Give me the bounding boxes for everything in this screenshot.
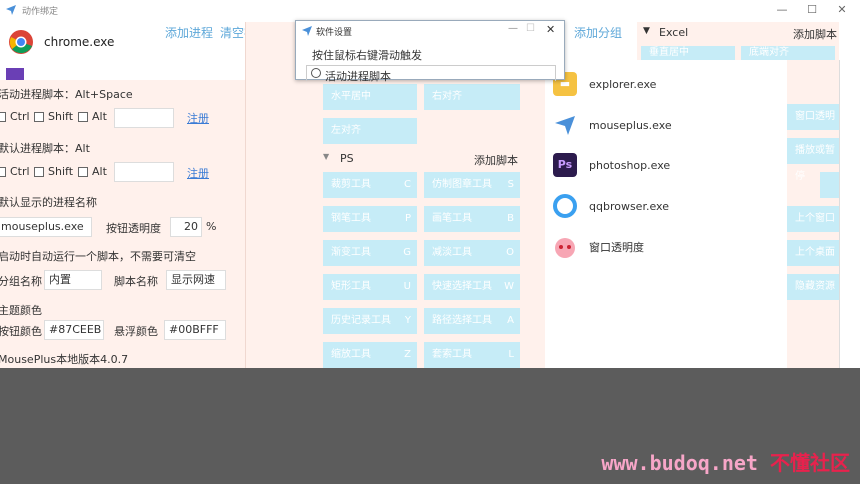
option-box: 活动进程脚本: [306, 65, 556, 83]
paper-plane-icon: [6, 5, 16, 15]
register-link-1[interactable]: 注册: [187, 110, 209, 126]
group-name-input[interactable]: 内置: [44, 270, 102, 290]
tool-button-brush[interactable]: 画笔工具 B: [424, 206, 520, 232]
paper-plane-icon: [302, 26, 312, 36]
ps-add-script[interactable]: 添加脚本: [474, 152, 518, 168]
tool-button-path-select[interactable]: 路径选择工具 A: [424, 308, 520, 334]
list-item[interactable]: qqbrowser.exe: [553, 191, 669, 221]
default-display-label: 默认显示的进程名称: [0, 196, 97, 209]
shift-checkbox-2[interactable]: Shift: [34, 165, 73, 178]
main-window: 动作绑定 — ☐ ✕ chrome.exe 添加进程 清空布局 软件 添加分组 …: [0, 0, 860, 368]
active-hotkey-input[interactable]: [114, 108, 174, 128]
dialog-title: 软件设置: [316, 28, 353, 38]
tool-button-pen[interactable]: 钢笔工具 P: [323, 206, 417, 232]
prev-desktop-button[interactable]: 上个桌面: [787, 240, 839, 266]
script-name-input[interactable]: 显示网速: [166, 270, 226, 290]
list-item[interactable]: ▬ explorer.exe: [553, 69, 656, 99]
window-opacity-button[interactable]: 窗口透明: [787, 104, 839, 130]
close-button[interactable]: ✕: [830, 2, 854, 18]
default-hotkey-input[interactable]: [114, 162, 174, 182]
ctrl-checkbox[interactable]: Ctrl: [0, 110, 30, 123]
chevron-down-icon[interactable]: ▼: [643, 26, 650, 36]
btn-opacity-label: 按钮透明度: [106, 222, 161, 235]
btn-color-label: 按钮颜色: [0, 325, 42, 338]
vs-icon: [6, 68, 24, 80]
minimize-button[interactable]: —: [770, 2, 794, 18]
title-bar: 动作绑定 — ☐ ✕: [0, 0, 860, 22]
hover-color-input[interactable]: #00BFFF: [164, 320, 226, 340]
excel-add-script[interactable]: 添加脚本: [793, 26, 837, 42]
tool-button-quick-select[interactable]: 快速选择工具 W: [424, 274, 520, 300]
default-process-input[interactable]: mouseplus.exe: [0, 217, 92, 237]
list-item[interactable]: Ps photoshop.exe: [553, 150, 670, 180]
script-name-label: 脚本名称: [114, 275, 158, 288]
register-link-2[interactable]: 注册: [187, 165, 209, 181]
chevron-down-icon[interactable]: ▼: [323, 152, 329, 161]
align-left-button[interactable]: 左对齐: [323, 118, 417, 144]
process-list: chrome.exe: [0, 22, 150, 80]
radio-active-script[interactable]: [311, 68, 321, 78]
play-pause-button[interactable]: 播放或暂停: [787, 138, 839, 182]
btn-color-input[interactable]: #87CEEB: [44, 320, 104, 340]
btn-opacity-input[interactable]: 20: [170, 217, 202, 237]
close-button[interactable]: ✕: [546, 23, 555, 36]
excel-group-name: Excel: [659, 26, 689, 39]
watermark-name: 不懂社区: [770, 451, 850, 475]
trigger-label: 按住鼠标右键滑动触发: [312, 49, 422, 62]
scroll-area[interactable]: [839, 60, 860, 368]
alt-checkbox-2[interactable]: Alt: [78, 165, 107, 178]
active-script-label: 活动进程脚本：Alt+Space: [0, 88, 133, 101]
ctrl-checkbox-2[interactable]: Ctrl: [0, 165, 30, 178]
maximize-button[interactable]: ☐: [800, 2, 824, 18]
shift-checkbox[interactable]: Shift: [34, 110, 73, 123]
excel-bottom-align-button[interactable]: 底端对齐: [741, 46, 835, 60]
auto-run-label: 启动时自动运行一个脚本，不需要可清空: [0, 250, 196, 263]
paper-plane-icon: [555, 116, 575, 135]
version-label: MousePlus本地版本4.0.7: [0, 353, 129, 366]
tool-button-crop[interactable]: 裁剪工具 C: [323, 172, 417, 198]
settings-dialog: 软件设置 — ☐ ✕ 按住鼠标右键滑动触发 活动进程脚本: [295, 20, 565, 83]
minimize-button[interactable]: —: [508, 23, 518, 34]
tool-button-clone-stamp[interactable]: 仿制图章工具 S: [424, 172, 520, 198]
add-group-link[interactable]: 添加分组: [574, 24, 622, 41]
tool-button-gradient[interactable]: 渐变工具 G: [323, 240, 417, 266]
group-name-label: 分组名称: [0, 275, 42, 288]
hide-resources-button[interactable]: 隐藏资源: [787, 274, 839, 300]
photoshop-icon: Ps: [553, 153, 577, 177]
maximize-button[interactable]: ☐: [526, 23, 535, 34]
settings-panel: 活动进程脚本：Alt+Space Ctrl Shift Alt 注册 默认进程脚…: [0, 80, 245, 368]
tool-button-lasso[interactable]: 套索工具 L: [424, 342, 520, 368]
percent-label: %: [206, 220, 217, 233]
window-title: 动作绑定: [22, 7, 59, 17]
alt-checkbox[interactable]: Alt: [78, 110, 107, 123]
hover-color-label: 悬浮颜色: [114, 325, 158, 338]
align-right-button[interactable]: 右对齐: [424, 84, 520, 110]
radio-label: 活动进程脚本: [325, 70, 391, 83]
list-item[interactable]: 窗口透明度: [553, 232, 644, 262]
ps-group-name: PS: [340, 152, 354, 165]
watermark: www.budoq.net 不懂社区: [601, 447, 850, 476]
excel-group: ▼ Excel 添加脚本 垂直居中 底端对齐: [637, 22, 839, 60]
extra-button[interactable]: [820, 172, 839, 198]
chrome-icon: [9, 30, 33, 54]
process-name: chrome.exe: [44, 35, 115, 49]
theme-color-label: 主题颜色: [0, 304, 42, 317]
prev-window-button[interactable]: 上个窗口: [787, 206, 839, 232]
align-center-button[interactable]: 水平居中: [323, 84, 417, 110]
process-item-chrome[interactable]: chrome.exe: [8, 30, 114, 54]
app-list: ▬ explorer.exe mouseplus.exe Ps photosho…: [545, 60, 787, 368]
script-button-column: 窗口透明 播放或暂停 上个窗口 上个桌面 隐藏资源: [787, 60, 839, 368]
excel-vertical-center-button[interactable]: 垂直居中: [641, 46, 735, 60]
tool-button-dodge[interactable]: 减淡工具 O: [424, 240, 520, 266]
list-item[interactable]: mouseplus.exe: [553, 110, 672, 140]
qqbrowser-icon: [553, 194, 577, 218]
add-process-link[interactable]: 添加进程: [165, 24, 213, 41]
tool-button-history[interactable]: 历史记录工具 Y: [323, 308, 417, 334]
default-script-label: 默认进程脚本：Alt: [0, 142, 90, 155]
tool-button-zoom[interactable]: 缩放工具 Z: [323, 342, 417, 368]
cat-icon: [555, 238, 575, 258]
watermark-site: www.budoq.net: [601, 451, 758, 475]
tool-button-rect[interactable]: 矩形工具 U: [323, 274, 417, 300]
